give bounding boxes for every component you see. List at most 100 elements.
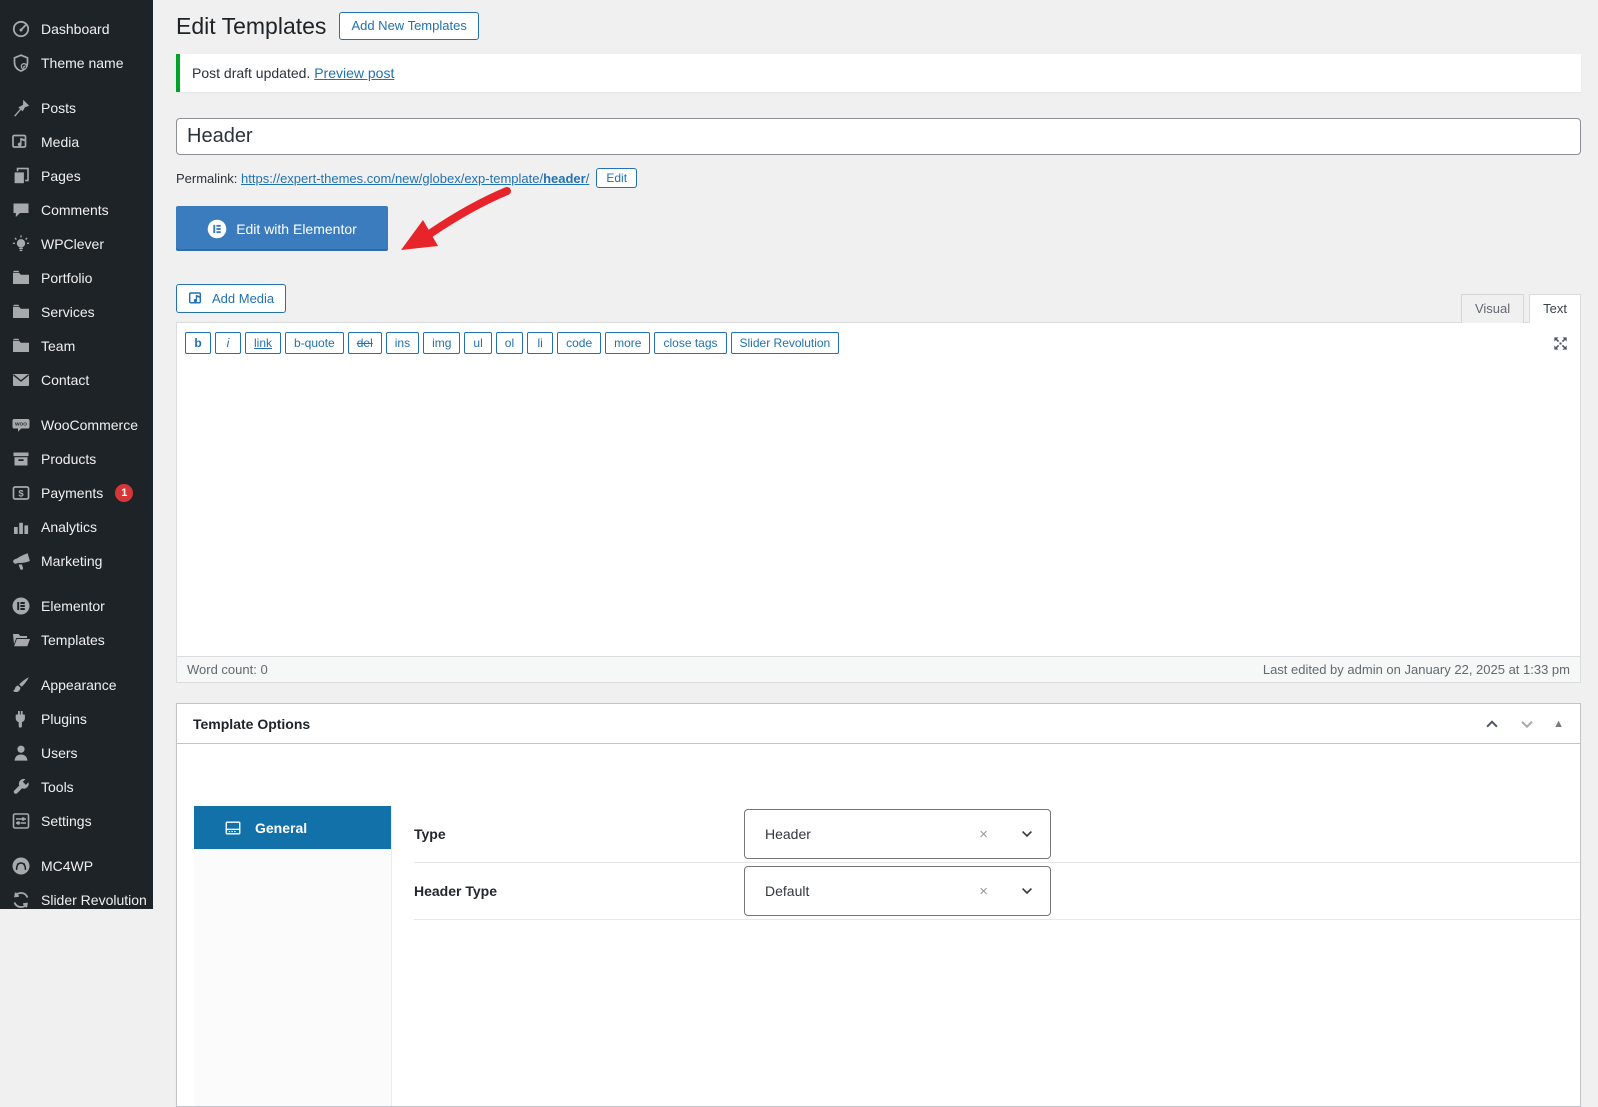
quicktag-button[interactable]: ol bbox=[496, 332, 523, 354]
preview-post-link[interactable]: Preview post bbox=[314, 65, 394, 81]
fullscreen-icon[interactable] bbox=[1551, 334, 1570, 353]
sidebar-item[interactable]: WOO WooCommerce bbox=[0, 408, 153, 442]
sidebar-item[interactable]: Users bbox=[0, 736, 153, 770]
sidebar-item-label: Slider Revolution bbox=[41, 890, 147, 910]
svg-text:WOO: WOO bbox=[15, 422, 27, 428]
add-new-templates-button[interactable]: Add New Templates bbox=[339, 12, 478, 40]
elementor-logo-icon bbox=[207, 219, 227, 239]
sidebar-item[interactable]: Templates bbox=[0, 623, 153, 657]
clear-selection-icon[interactable]: × bbox=[975, 884, 992, 899]
sidebar-item-icon bbox=[11, 98, 31, 118]
edit-permalink-button[interactable]: Edit bbox=[596, 168, 637, 188]
sidebar-item-icon bbox=[11, 19, 31, 39]
quicktags-toolbar: bilinkb-quotedelinsimgulollicodemoreclos… bbox=[177, 323, 1580, 364]
permalink-slug: header bbox=[543, 171, 586, 186]
quicktag-button[interactable]: code bbox=[557, 332, 601, 354]
sidebar-item-icon bbox=[11, 777, 31, 797]
quicktag-button[interactable]: more bbox=[605, 332, 650, 354]
post-title-input[interactable] bbox=[176, 118, 1581, 155]
last-edited: Last edited by admin on January 22, 2025… bbox=[1263, 662, 1570, 677]
sidebar-item-icon bbox=[11, 890, 31, 910]
permalink-link[interactable]: https://expert-themes.com/new/globex/exp… bbox=[241, 171, 589, 186]
field-label: Type bbox=[414, 826, 744, 842]
word-count: Word count: 0 bbox=[187, 662, 268, 677]
sidebar-item[interactable]: Posts bbox=[0, 91, 153, 125]
sidebar-item[interactable]: Plugins bbox=[0, 702, 153, 736]
sidebar-item-icon bbox=[11, 132, 31, 152]
metabox-title: Template Options bbox=[193, 716, 310, 732]
sidebar-item[interactable]: Services bbox=[0, 295, 153, 329]
quicktag-button[interactable]: link bbox=[245, 332, 281, 354]
quicktag-button[interactable]: ins bbox=[386, 332, 419, 354]
editor-statusbar: Word count: 0 Last edited by admin on Ja… bbox=[177, 656, 1580, 682]
quicktag-button[interactable]: b bbox=[185, 332, 211, 354]
svg-text:$: $ bbox=[18, 489, 24, 500]
quicktag-button[interactable]: i bbox=[215, 332, 241, 354]
tab-text[interactable]: Text bbox=[1529, 294, 1581, 323]
option-field-row: Type Header × bbox=[414, 806, 1580, 863]
sidebar-item[interactable]: Portfolio bbox=[0, 261, 153, 295]
edit-with-elementor-button[interactable]: Edit with Elementor bbox=[176, 206, 388, 251]
add-media-button[interactable]: Add Media bbox=[176, 284, 286, 313]
quicktag-button[interactable]: ul bbox=[464, 332, 491, 354]
sidebar-item[interactable]: Comments bbox=[0, 193, 153, 227]
sidebar-item-icon bbox=[11, 551, 31, 571]
sidebar-item[interactable]: WPClever bbox=[0, 227, 153, 261]
option-field-row: Header Type Default × bbox=[414, 863, 1580, 920]
sidebar-item-icon bbox=[11, 630, 31, 650]
sidebar-item-icon bbox=[11, 370, 31, 390]
quicktag-button[interactable]: del bbox=[348, 332, 382, 354]
sidebar-item[interactable]: MC4WP bbox=[0, 849, 153, 883]
sidebar-item[interactable]: Pages bbox=[0, 159, 153, 193]
quicktag-button[interactable]: close tags bbox=[654, 332, 726, 354]
field-label: Header Type bbox=[414, 883, 744, 899]
sidebar-item-label: Templates bbox=[41, 630, 105, 650]
sidebar-item[interactable]: Marketing bbox=[0, 544, 153, 578]
notification-badge: 1 bbox=[115, 484, 133, 502]
sidebar-item[interactable]: Appearance bbox=[0, 668, 153, 702]
sidebar-item-label: Payments bbox=[41, 483, 103, 503]
sidebar-item[interactable]: Media bbox=[0, 125, 153, 159]
sidebar-item[interactable]: Slider Revolution bbox=[0, 883, 153, 917]
sidebar-item[interactable]: Tools bbox=[0, 770, 153, 804]
sidebar-item-label: Marketing bbox=[41, 551, 102, 571]
quicktag-button[interactable]: img bbox=[423, 332, 460, 354]
select-dropdown[interactable]: Header × bbox=[744, 809, 1051, 859]
editor-textarea[interactable] bbox=[177, 364, 1580, 651]
template-options-metabox: Template Options ▲ General Type bbox=[176, 703, 1581, 1107]
sidebar-item-label: WPClever bbox=[41, 234, 104, 254]
sidebar-item-label: WooCommerce bbox=[41, 415, 138, 435]
admin-menu: Dashboard Theme name Posts Media Pages bbox=[0, 12, 153, 917]
sidebar-item-icon bbox=[11, 811, 31, 831]
sidebar-item[interactable]: Elementor bbox=[0, 589, 153, 623]
tab-visual[interactable]: Visual bbox=[1461, 294, 1524, 323]
sidebar-item[interactable]: Dashboard bbox=[0, 12, 153, 46]
sidebar-item-label: MC4WP bbox=[41, 856, 93, 876]
sidebar-item-label: Comments bbox=[41, 200, 109, 220]
editor-mode-tabs: Visual Text bbox=[1456, 294, 1581, 323]
select-value: Default bbox=[765, 883, 809, 899]
sidebar-item[interactable]: Products bbox=[0, 442, 153, 476]
sidebar-item-label: Media bbox=[41, 132, 79, 152]
select-value: Header bbox=[765, 826, 811, 842]
sidebar-item[interactable]: Settings bbox=[0, 804, 153, 838]
quicktag-button[interactable]: Slider Revolution bbox=[731, 332, 840, 354]
tab-general[interactable]: General bbox=[194, 806, 391, 849]
clear-selection-icon[interactable]: × bbox=[975, 827, 992, 842]
sidebar-item[interactable]: Contact bbox=[0, 363, 153, 397]
main-content: Edit Templates Add New Templates Post dr… bbox=[153, 0, 1598, 1107]
notice-message: Post draft updated. bbox=[192, 65, 310, 81]
sidebar-item[interactable]: Analytics bbox=[0, 510, 153, 544]
move-down-icon[interactable] bbox=[1518, 715, 1536, 733]
sidebar-item-label: Products bbox=[41, 449, 96, 469]
quicktag-button[interactable]: b-quote bbox=[285, 332, 344, 354]
sidebar-item-icon bbox=[11, 53, 31, 73]
quicktag-button[interactable]: li bbox=[527, 332, 553, 354]
toggle-panel-icon[interactable]: ▲ bbox=[1553, 715, 1564, 733]
move-up-icon[interactable] bbox=[1483, 715, 1501, 733]
sidebar-item[interactable]: $ Payments 1 bbox=[0, 476, 153, 510]
sidebar-item-label: Services bbox=[41, 302, 95, 322]
page-header: Edit Templates Add New Templates bbox=[176, 0, 1581, 41]
sidebar-item[interactable]: Theme name bbox=[0, 46, 153, 80]
sidebar-item[interactable]: Team bbox=[0, 329, 153, 363]
